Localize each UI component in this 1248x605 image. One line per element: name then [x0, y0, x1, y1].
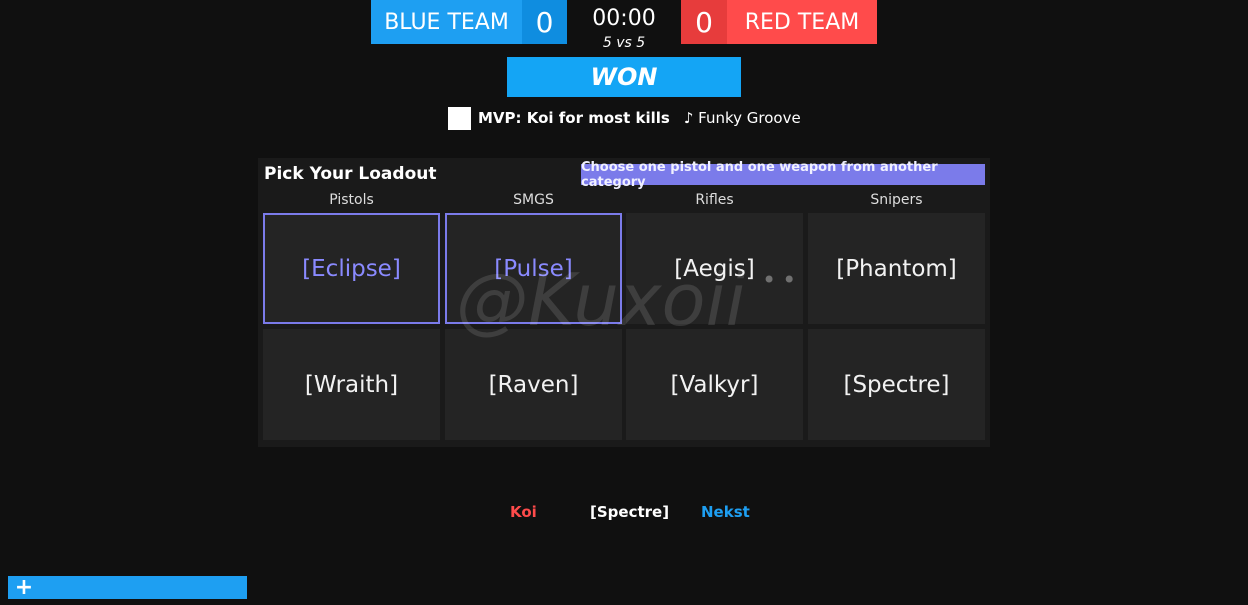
weapon-valkyr[interactable]: [Valkyr]: [626, 329, 803, 440]
match-mode: 5 vs 5: [602, 35, 646, 51]
weapon-spectre[interactable]: [Spectre]: [808, 329, 985, 440]
loadout-title: Pick Your Loadout: [264, 164, 437, 184]
category-pistols: Pistols: [329, 192, 374, 208]
mvp-row: MVP: Koi for most kills ♪ Funky Groove: [448, 106, 801, 130]
match-result-banner: WON: [507, 57, 741, 97]
mvp-avatar: [448, 106, 471, 130]
match-timer: 00:00: [592, 6, 656, 31]
red-team-score: 0: [681, 0, 727, 44]
category-rifles: Rifles: [695, 192, 734, 208]
mvp-song: ♪ Funky Groove: [683, 109, 801, 127]
weapon-raven[interactable]: [Raven]: [445, 329, 622, 440]
mvp-text: MVP: Koi for most kills: [478, 109, 670, 127]
weapon-pulse[interactable]: [Pulse]: [445, 213, 622, 324]
blue-team-score: 0: [522, 0, 567, 44]
killfeed-victim: Nekst: [701, 503, 750, 521]
killfeed-weapon: [Spectre]: [590, 503, 670, 521]
loadout-panel: Pick Your Loadout Choose one pistol and …: [258, 158, 990, 447]
plus-icon[interactable]: +: [15, 575, 33, 600]
killfeed-killer: Koi: [510, 503, 537, 521]
weapon-phantom[interactable]: [Phantom]: [808, 213, 985, 324]
loadout-hint: Choose one pistol and one weapon from an…: [581, 160, 985, 190]
red-team-label: RED TEAM: [727, 0, 877, 44]
blue-team-label: BLUE TEAM: [371, 0, 522, 44]
category-smgs: SMGS: [513, 192, 554, 208]
category-snipers: Snipers: [870, 192, 923, 208]
weapon-wraith[interactable]: [Wraith]: [263, 329, 440, 440]
loading-dots-icon: ••: [762, 266, 803, 294]
weapon-eclipse[interactable]: [Eclipse]: [263, 213, 440, 324]
add-bar[interactable]: +: [8, 575, 247, 600]
